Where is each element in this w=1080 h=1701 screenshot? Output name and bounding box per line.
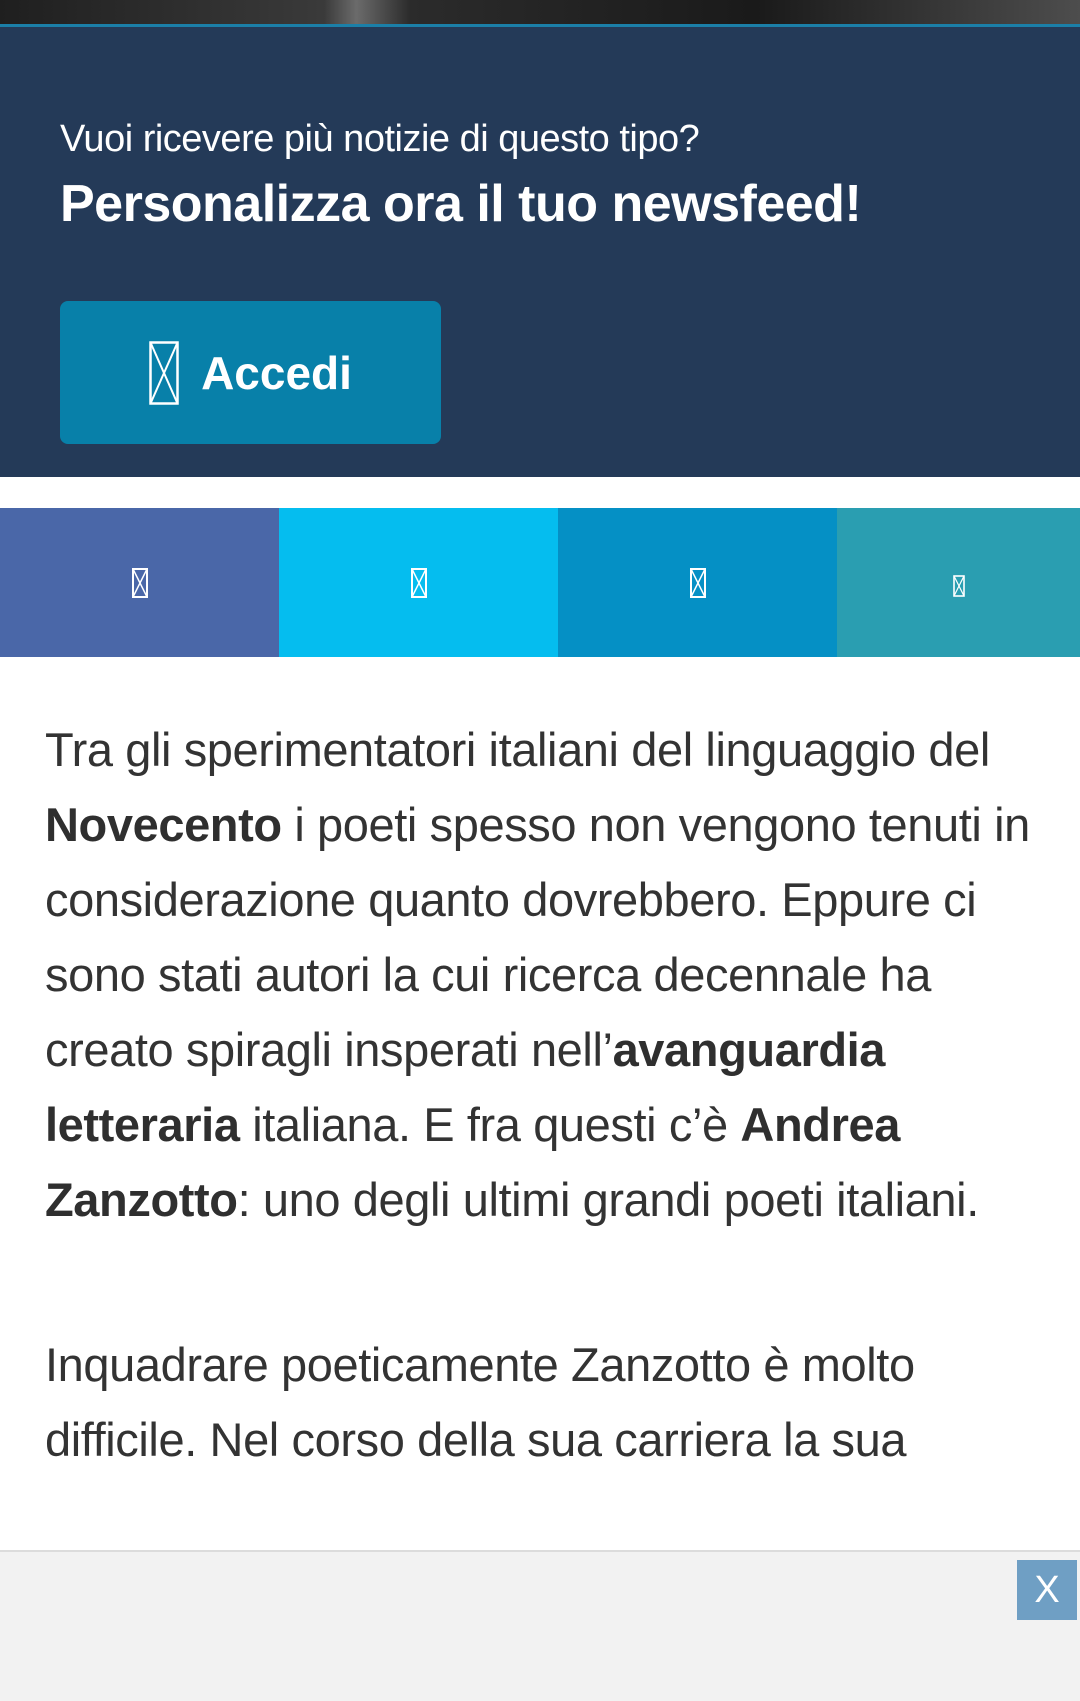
ad-close-button[interactable]: X <box>1017 1560 1077 1620</box>
article-text: Tra gli sperimentatori italiani del ling… <box>45 723 990 776</box>
login-button[interactable]: Accedi <box>60 301 441 444</box>
twitter-icon <box>410 567 427 598</box>
whatsapp-icon <box>952 569 965 597</box>
article-text: italiana. E fra questi c’è <box>239 1098 741 1151</box>
ad-banner: X <box>0 1550 1080 1701</box>
newsfeed-promo-banner: Vuoi ricevere più notizie di questo tipo… <box>0 27 1080 477</box>
share-whatsapp-button[interactable] <box>837 508 1080 657</box>
share-bar <box>0 508 1080 657</box>
linkedin-icon <box>689 567 706 598</box>
article-text: : uno degli ultimi grandi poeti italiani… <box>237 1173 980 1226</box>
share-linkedin-button[interactable] <box>558 508 837 657</box>
promo-question: Vuoi ricevere più notizie di questo tipo… <box>60 118 700 160</box>
article-body: Tra gli sperimentatori italiani del ling… <box>45 712 1045 1477</box>
header-image <box>0 0 1080 26</box>
share-twitter-button[interactable] <box>279 508 558 657</box>
share-facebook-button[interactable] <box>0 508 279 657</box>
login-label: Accedi <box>201 346 352 399</box>
promo-headline: Personalizza ora il tuo newsfeed! <box>60 175 862 233</box>
article-paragraph: Tra gli sperimentatori italiani del ling… <box>45 712 1045 1237</box>
facebook-icon <box>131 567 148 598</box>
article-highlight-link[interactable]: Novecento <box>45 798 282 851</box>
missing-glyph-icon <box>149 340 179 405</box>
article-paragraph: Inquadrare poeticamente Zanzotto è molto… <box>45 1338 915 1466</box>
